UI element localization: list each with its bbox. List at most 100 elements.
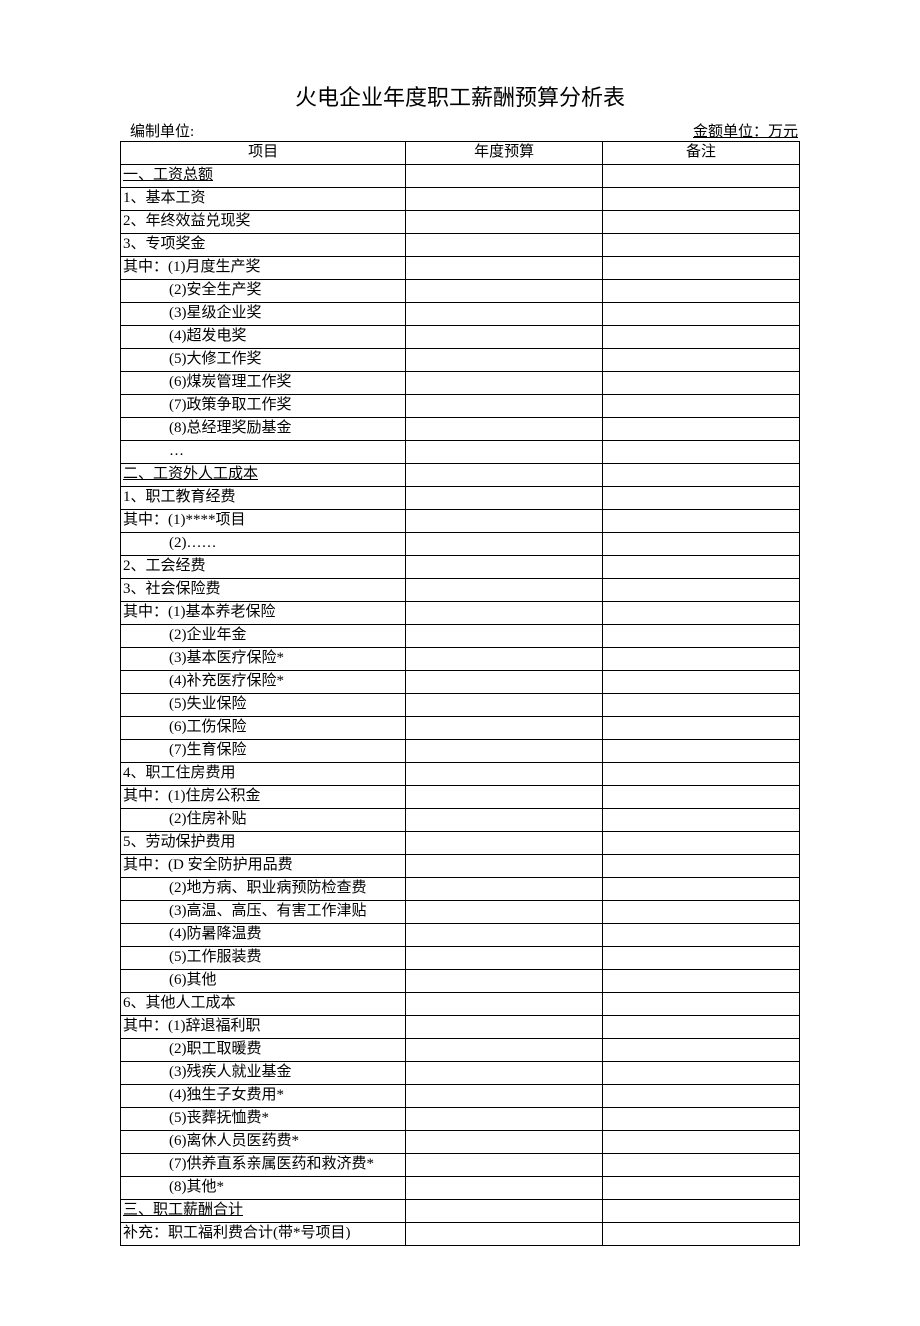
notes-cell: [603, 556, 800, 579]
item-cell: (8)总经理奖励基金: [121, 418, 406, 441]
table-row: (8)其他*: [121, 1177, 800, 1200]
table-row: (6)离休人员医药费*: [121, 1131, 800, 1154]
notes-cell: [603, 832, 800, 855]
item-cell: 其中：(1)住房公积金: [121, 786, 406, 809]
item-cell: 2、工会经费: [121, 556, 406, 579]
item-cell: 其中：(D 安全防护用品费: [121, 855, 406, 878]
budget-cell: [406, 625, 603, 648]
notes-cell: [603, 303, 800, 326]
meta-row: 编制单位: 金额单位：万元: [120, 120, 800, 141]
budget-cell: [406, 832, 603, 855]
table-row: 6、其他人工成本: [121, 993, 800, 1016]
table-row: (4)超发电奖: [121, 326, 800, 349]
table-body: 一、工资总额1、基本工资2、年终效益兑现奖3、专项奖金其中：(1)月度生产奖(2…: [121, 165, 800, 1246]
budget-cell: [406, 855, 603, 878]
item-cell: (4)独生子女费用*: [121, 1085, 406, 1108]
table-row: (2)职工取暖费: [121, 1039, 800, 1062]
item-cell: (4)补充医疗保险*: [121, 671, 406, 694]
item-cell: (7)政策争取工作奖: [121, 395, 406, 418]
notes-cell: [603, 1154, 800, 1177]
table-row: (4)防暑降温费: [121, 924, 800, 947]
notes-cell: [603, 1177, 800, 1200]
table-row: 其中：(1)月度生产奖: [121, 257, 800, 280]
budget-cell: [406, 602, 603, 625]
budget-cell: [406, 1062, 603, 1085]
notes-cell: [603, 464, 800, 487]
item-cell: (6)其他: [121, 970, 406, 993]
budget-cell: [406, 786, 603, 809]
notes-cell: [603, 671, 800, 694]
budget-cell: [406, 717, 603, 740]
table-row: (8)总经理奖励基金: [121, 418, 800, 441]
table-row: (3)星级企业奖: [121, 303, 800, 326]
notes-cell: [603, 165, 800, 188]
item-cell: (6)煤炭管理工作奖: [121, 372, 406, 395]
notes-cell: [603, 234, 800, 257]
budget-cell: [406, 740, 603, 763]
notes-cell: [603, 372, 800, 395]
item-cell: (2)……: [121, 533, 406, 556]
notes-cell: [603, 510, 800, 533]
item-cell: (2)职工取暖费: [121, 1039, 406, 1062]
notes-cell: [603, 280, 800, 303]
table-row: (3)基本医疗保险*: [121, 648, 800, 671]
budget-cell: [406, 1200, 603, 1223]
notes-cell: [603, 786, 800, 809]
item-cell: (4)超发电奖: [121, 326, 406, 349]
item-cell: 6、其他人工成本: [121, 993, 406, 1016]
budget-cell: [406, 671, 603, 694]
item-cell: (5)丧葬抚恤费*: [121, 1108, 406, 1131]
item-cell: 3、社会保险费: [121, 579, 406, 602]
notes-cell: [603, 625, 800, 648]
table-row: (5)丧葬抚恤费*: [121, 1108, 800, 1131]
col-header-item: 项目: [121, 142, 406, 165]
budget-cell: [406, 441, 603, 464]
budget-cell: [406, 970, 603, 993]
item-cell: (5)失业保险: [121, 694, 406, 717]
item-cell: (7)供养直系亲属医药和救济费*: [121, 1154, 406, 1177]
item-cell: (6)离休人员医药费*: [121, 1131, 406, 1154]
table-row: 5、劳动保护费用: [121, 832, 800, 855]
notes-cell: [603, 326, 800, 349]
table-row: …: [121, 441, 800, 464]
table-row: 3、社会保险费: [121, 579, 800, 602]
budget-cell: [406, 901, 603, 924]
table-row: 二、工资外人工成本: [121, 464, 800, 487]
budget-cell: [406, 993, 603, 1016]
item-cell: (3)高温、高压、有害工作津贴: [121, 901, 406, 924]
org-label: 编制单位:: [130, 120, 194, 141]
notes-cell: [603, 257, 800, 280]
item-cell: (4)防暑降温费: [121, 924, 406, 947]
notes-cell: [603, 1085, 800, 1108]
budget-cell: [406, 349, 603, 372]
notes-cell: [603, 533, 800, 556]
item-cell: 三、职工薪酬合计: [121, 1200, 406, 1223]
notes-cell: [603, 1039, 800, 1062]
notes-cell: [603, 694, 800, 717]
table-row: 其中：(1)住房公积金: [121, 786, 800, 809]
notes-cell: [603, 924, 800, 947]
item-cell: (6)工伤保险: [121, 717, 406, 740]
table-row: (3)残疾人就业基金: [121, 1062, 800, 1085]
table-row: (6)煤炭管理工作奖: [121, 372, 800, 395]
table-row: (6)其他: [121, 970, 800, 993]
budget-cell: [406, 1177, 603, 1200]
table-row: 三、职工薪酬合计: [121, 1200, 800, 1223]
col-header-notes: 备注: [603, 142, 800, 165]
table-row: (2)……: [121, 533, 800, 556]
budget-cell: [406, 487, 603, 510]
notes-cell: [603, 441, 800, 464]
notes-cell: [603, 395, 800, 418]
budget-cell: [406, 395, 603, 418]
table-row: 一、工资总额: [121, 165, 800, 188]
item-cell: (5)工作服装费: [121, 947, 406, 970]
table-row: (2)住房补贴: [121, 809, 800, 832]
table-row: (7)政策争取工作奖: [121, 395, 800, 418]
item-cell: 3、专项奖金: [121, 234, 406, 257]
table-row: 其中：(1)基本养老保险: [121, 602, 800, 625]
item-cell: (3)星级企业奖: [121, 303, 406, 326]
notes-cell: [603, 878, 800, 901]
item-cell: 二、工资外人工成本: [121, 464, 406, 487]
table-row: (7)生育保险: [121, 740, 800, 763]
table-row: (6)工伤保险: [121, 717, 800, 740]
